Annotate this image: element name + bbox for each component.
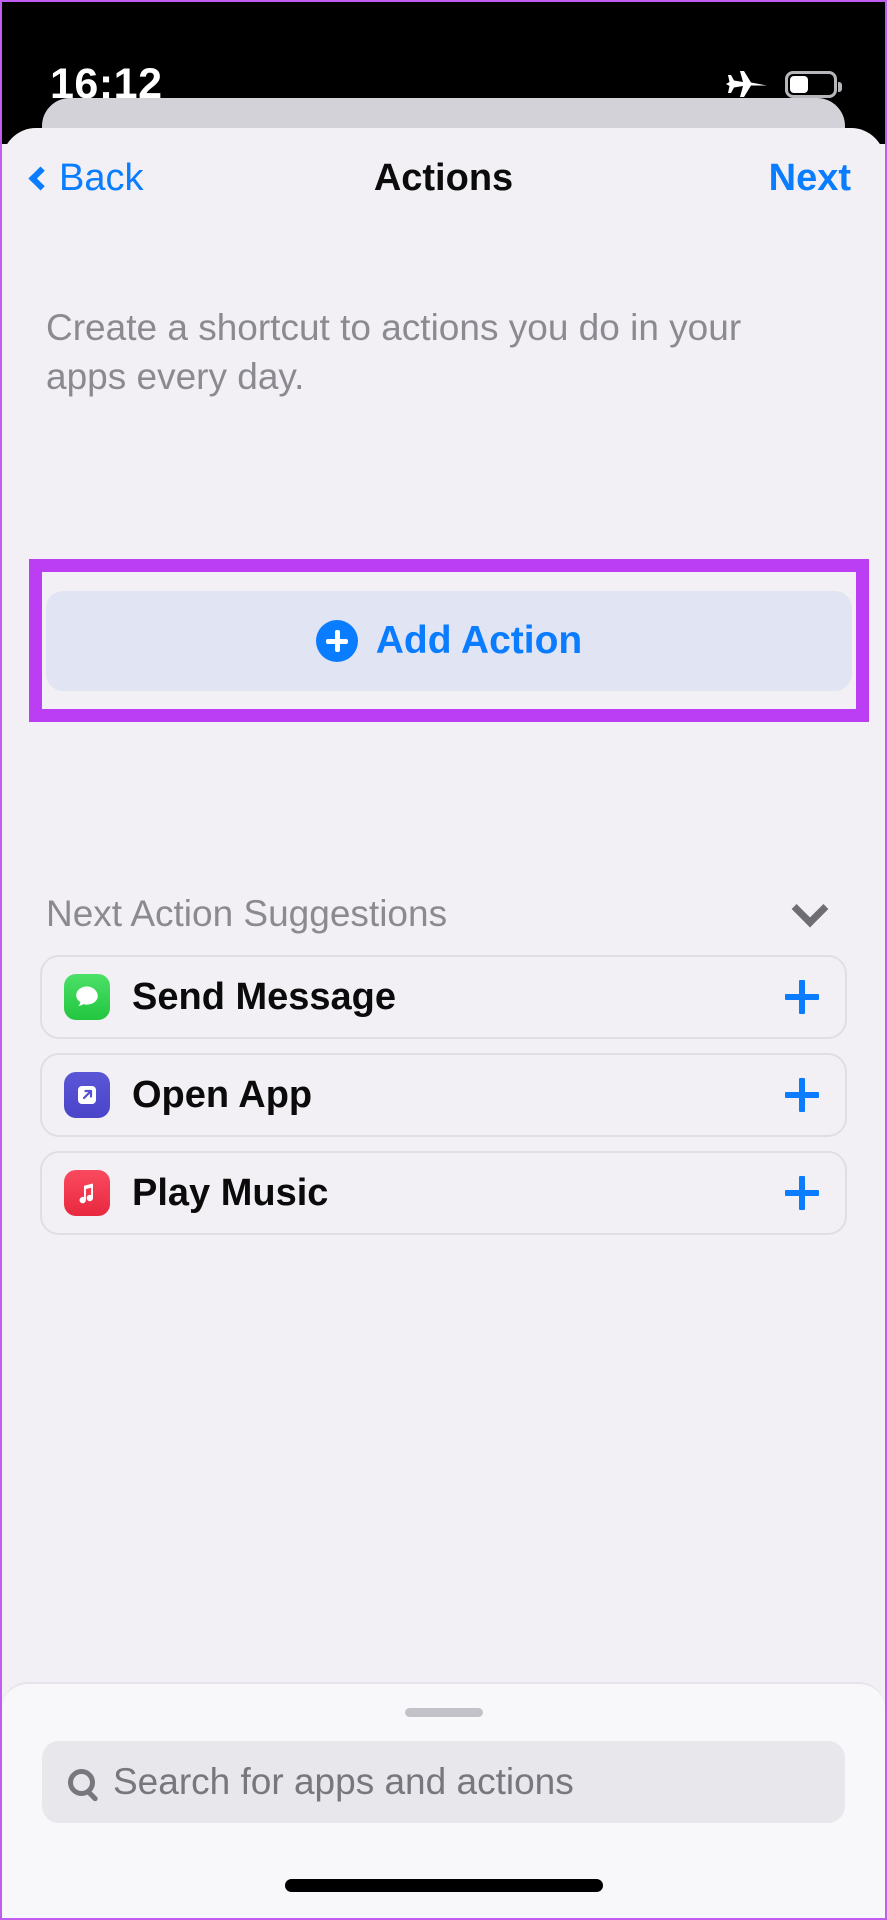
list-item-label: Open App xyxy=(132,1073,313,1116)
plus-icon[interactable] xyxy=(785,980,819,1014)
plus-icon[interactable] xyxy=(785,1078,819,1112)
description-text: Create a shortcut to actions you do in y… xyxy=(46,307,742,397)
search-input[interactable]: Search for apps and actions xyxy=(42,1741,845,1823)
messages-app-icon xyxy=(64,974,110,1020)
search-sheet: Search for apps and actions ↶ ↷ xyxy=(2,1682,885,1918)
plus-icon[interactable] xyxy=(785,1176,819,1210)
annotation-highlight-box xyxy=(29,559,869,722)
chevron-down-icon[interactable] xyxy=(791,890,829,928)
navigation-bar: Back Actions Next xyxy=(2,128,885,228)
list-item[interactable]: Open App xyxy=(40,1053,847,1137)
airplane-mode-icon xyxy=(726,71,767,97)
actions-sheet: Back Actions Next Create a shortcut to a… xyxy=(2,128,885,1918)
list-item-label: Send Message xyxy=(132,975,396,1018)
suggestions-section-title: Next Action Suggestions xyxy=(46,893,448,934)
open-app-icon xyxy=(64,1072,110,1118)
phone-screen: 16:12 Back Actions Next Create a shortcu… xyxy=(0,0,887,1920)
search-icon xyxy=(68,1768,95,1796)
home-indicator xyxy=(284,1879,603,1892)
music-note-glyph xyxy=(79,1183,94,1204)
arrow-up-right-box-glyph xyxy=(78,1086,96,1104)
back-button-label: Back xyxy=(59,156,144,199)
search-placeholder: Search for apps and actions xyxy=(113,1761,574,1802)
suggestions-section-header[interactable]: Next Action Suggestions xyxy=(46,890,841,935)
chevron-left-icon xyxy=(28,165,53,191)
music-app-icon xyxy=(64,1170,110,1216)
battery-fill xyxy=(790,75,809,93)
suggestion-list: Send Message Open App Play Music xyxy=(40,955,847,1249)
list-item[interactable]: Send Message xyxy=(40,955,847,1039)
list-item[interactable]: Play Music xyxy=(40,1151,847,1235)
status-bar-indicators xyxy=(725,69,842,99)
sheet-grabber[interactable] xyxy=(404,1708,483,1717)
next-button[interactable]: Next xyxy=(769,157,861,200)
back-button[interactable]: Back xyxy=(26,157,143,200)
list-item-label: Play Music xyxy=(132,1171,329,1214)
battery-icon xyxy=(785,70,842,98)
speech-bubble-glyph xyxy=(76,986,98,1006)
